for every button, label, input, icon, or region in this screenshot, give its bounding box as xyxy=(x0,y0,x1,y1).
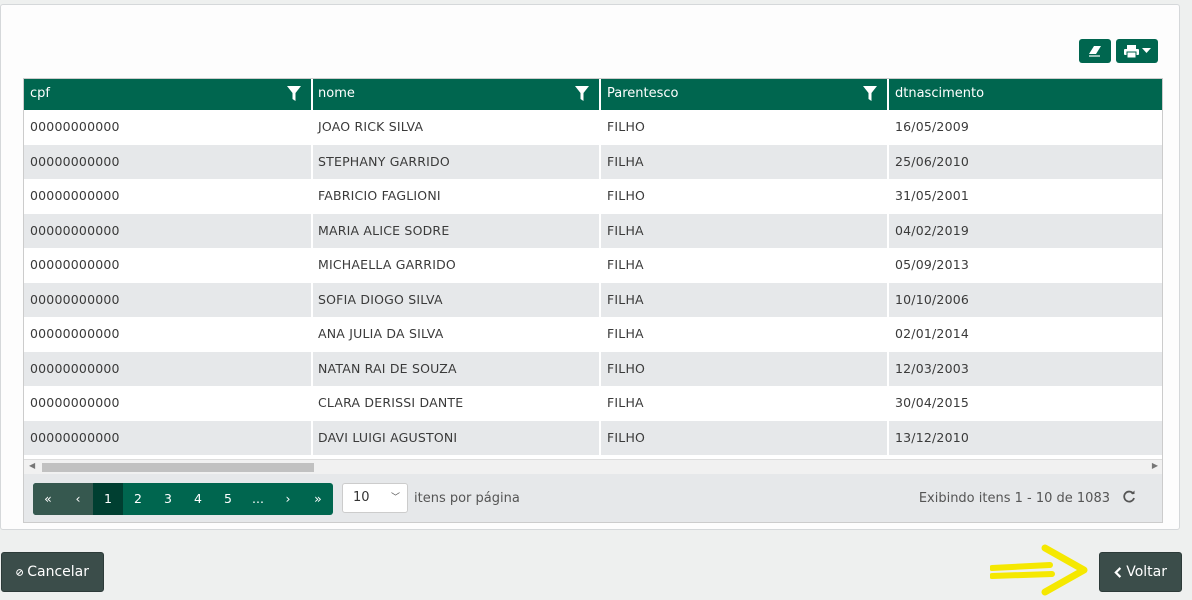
cell-nome: JOAO RICK SILVA xyxy=(313,110,601,145)
column-header-nome[interactable]: nome xyxy=(313,79,601,110)
cell-cpf: 00000000000 xyxy=(24,420,313,455)
items-per-page-label: itens por página xyxy=(414,491,520,506)
column-header-dtnascimento[interactable]: dtnascimento xyxy=(889,79,1162,110)
prev-page-button[interactable]: ‹ xyxy=(63,483,93,515)
print-menu-button[interactable] xyxy=(1116,39,1158,63)
pagination: « ‹ 1 2 3 4 5 ... › » xyxy=(33,483,333,515)
column-title: Parentesco xyxy=(607,86,679,101)
cell-parentesco: FILHO xyxy=(601,110,889,145)
cell-parentesco: FILHA xyxy=(601,248,889,283)
cell-parentesco: FILHA xyxy=(601,144,889,179)
cell-parentesco: FILHA xyxy=(601,317,889,352)
table-row[interactable]: 00000000000 MARIA ALICE SODRE FILHA 04/02/2… xyxy=(24,213,1162,249)
cancel-button-label: Cancelar xyxy=(27,564,89,580)
table-row[interactable]: 00000000000 NATAN RAI DE SOUZA FILHO 12/03/… xyxy=(24,351,1162,387)
cell-cpf: 00000000000 xyxy=(24,179,313,214)
grid-body: 00000000000 JOAO RICK SILVA FILHO 16/05/200… xyxy=(24,110,1162,456)
first-page-button[interactable]: « xyxy=(33,483,63,515)
print-icon xyxy=(1123,44,1139,58)
cell-dtnascimento: 04/02/2019 xyxy=(889,214,1162,249)
cell-dtnascimento: 10/10/2006 xyxy=(889,283,1162,318)
page-button-2[interactable]: 2 xyxy=(123,483,153,515)
cell-cpf: 00000000000 xyxy=(24,110,313,145)
cell-cpf: 00000000000 xyxy=(24,317,313,352)
page-button-5[interactable]: 5 xyxy=(213,483,243,515)
page-button-1[interactable]: 1 xyxy=(93,483,123,515)
table-row[interactable]: 00000000000 CLARA DERISSI DANTE FILHA 30/04… xyxy=(24,386,1162,421)
cell-dtnascimento: 05/09/2013 xyxy=(889,248,1162,283)
next-page-button[interactable]: › xyxy=(273,483,303,515)
filter-icon[interactable] xyxy=(287,86,301,102)
cell-nome: ANA JULIA DA SILVA xyxy=(313,317,601,352)
caret-down-icon xyxy=(1141,48,1151,53)
refresh-icon[interactable] xyxy=(1122,490,1136,504)
yellow-arrow-annotation xyxy=(990,544,1088,596)
cell-nome: MARIA ALICE SODRE xyxy=(313,213,601,248)
horizontal-scrollbar[interactable]: ◀ ▶ xyxy=(24,459,1162,474)
filter-icon[interactable] xyxy=(575,86,589,102)
column-title: dtnascimento xyxy=(895,86,985,101)
scroll-right-icon[interactable]: ▶ xyxy=(1152,461,1158,470)
table-row[interactable]: 00000000000 FABRICIO FAGLIONI FILHO 31/05/2… xyxy=(24,179,1162,214)
clear-filters-button[interactable] xyxy=(1079,39,1111,63)
cell-parentesco: FILHO xyxy=(601,420,889,455)
table-row[interactable]: 00000000000 MICHAELLA GARRIDO FILHA 05/09/2… xyxy=(24,248,1162,283)
cell-dtnascimento: 30/04/2015 xyxy=(889,386,1162,421)
pager-bar: « ‹ 1 2 3 4 5 ... › » 10 ﹀ itens por pág… xyxy=(24,474,1162,522)
cell-cpf: 00000000000 xyxy=(24,351,313,386)
cell-parentesco: FILHA xyxy=(601,386,889,421)
page-button-3[interactable]: 3 xyxy=(153,483,183,515)
grid-header: cpf nome Parentesco dtnascimento xyxy=(24,79,1162,110)
cell-nome: SOFIA DIOGO SILVA xyxy=(313,282,601,317)
cell-cpf: 00000000000 xyxy=(24,213,313,248)
cell-dtnascimento: 31/05/2001 xyxy=(889,179,1162,214)
chevron-left-icon xyxy=(1114,566,1122,578)
cell-cpf: 00000000000 xyxy=(24,282,313,317)
cell-cpf: 00000000000 xyxy=(24,386,313,421)
table-row[interactable]: 00000000000 JOAO RICK SILVA FILHO 16/05/200… xyxy=(24,110,1162,145)
column-header-parentesco[interactable]: Parentesco xyxy=(601,79,889,110)
scrollbar-thumb[interactable] xyxy=(42,463,314,472)
table-row[interactable]: 00000000000 STEPHANY GARRIDO FILHA 25/06/20… xyxy=(24,144,1162,180)
ban-icon xyxy=(16,568,24,576)
cell-parentesco: FILHA xyxy=(601,213,889,248)
cell-cpf: 00000000000 xyxy=(24,144,313,179)
page-button-4[interactable]: 4 xyxy=(183,483,213,515)
column-title: nome xyxy=(318,86,355,101)
column-title: cpf xyxy=(30,86,50,101)
table-row[interactable]: 00000000000 DAVI LUIGI AGUSTONI FILHO 13/12… xyxy=(24,420,1162,456)
table-row[interactable]: 00000000000 SOFIA DIOGO SILVA FILHA 10/10/2… xyxy=(24,282,1162,318)
cell-nome: FABRICIO FAGLIONI xyxy=(313,179,601,214)
back-button[interactable]: Voltar xyxy=(1099,552,1182,592)
results-panel: cpf nome Parentesco dtnascimento 0000000… xyxy=(0,4,1180,530)
pager-info: Exibindo itens 1 - 10 de 1083 xyxy=(918,491,1110,506)
table-row[interactable]: 00000000000 ANA JULIA DA SILVA FILHA 02/01/… xyxy=(24,317,1162,352)
eraser-icon xyxy=(1089,46,1101,57)
items-per-page-value: 10 xyxy=(353,490,370,505)
cell-cpf: 00000000000 xyxy=(24,248,313,283)
chevron-down-icon: ﹀ xyxy=(390,493,400,503)
cell-parentesco: FILHA xyxy=(601,282,889,317)
cell-dtnascimento: 13/12/2010 xyxy=(889,421,1162,456)
cell-dtnascimento: 16/05/2009 xyxy=(889,110,1162,145)
cancel-button[interactable]: Cancelar xyxy=(1,552,104,592)
last-page-button[interactable]: » xyxy=(303,483,333,515)
items-per-page-select[interactable]: 10 ﹀ xyxy=(342,483,408,513)
cell-nome: NATAN RAI DE SOUZA xyxy=(313,351,601,386)
cell-dtnascimento: 12/03/2003 xyxy=(889,352,1162,387)
back-button-label: Voltar xyxy=(1126,564,1167,580)
cell-dtnascimento: 02/01/2014 xyxy=(889,317,1162,352)
cell-nome: CLARA DERISSI DANTE xyxy=(313,386,601,421)
cell-nome: DAVI LUIGI AGUSTONI xyxy=(313,420,601,455)
cell-nome: STEPHANY GARRIDO xyxy=(313,144,601,179)
cell-parentesco: FILHO xyxy=(601,351,889,386)
more-pages-button[interactable]: ... xyxy=(243,483,273,515)
data-grid: cpf nome Parentesco dtnascimento 0000000… xyxy=(23,78,1163,523)
filter-icon[interactable] xyxy=(863,86,877,102)
scroll-left-icon[interactable]: ◀ xyxy=(29,461,35,470)
cell-parentesco: FILHO xyxy=(601,179,889,214)
cell-nome: MICHAELLA GARRIDO xyxy=(313,248,601,283)
cell-dtnascimento: 25/06/2010 xyxy=(889,145,1162,180)
column-header-cpf[interactable]: cpf xyxy=(24,79,313,110)
